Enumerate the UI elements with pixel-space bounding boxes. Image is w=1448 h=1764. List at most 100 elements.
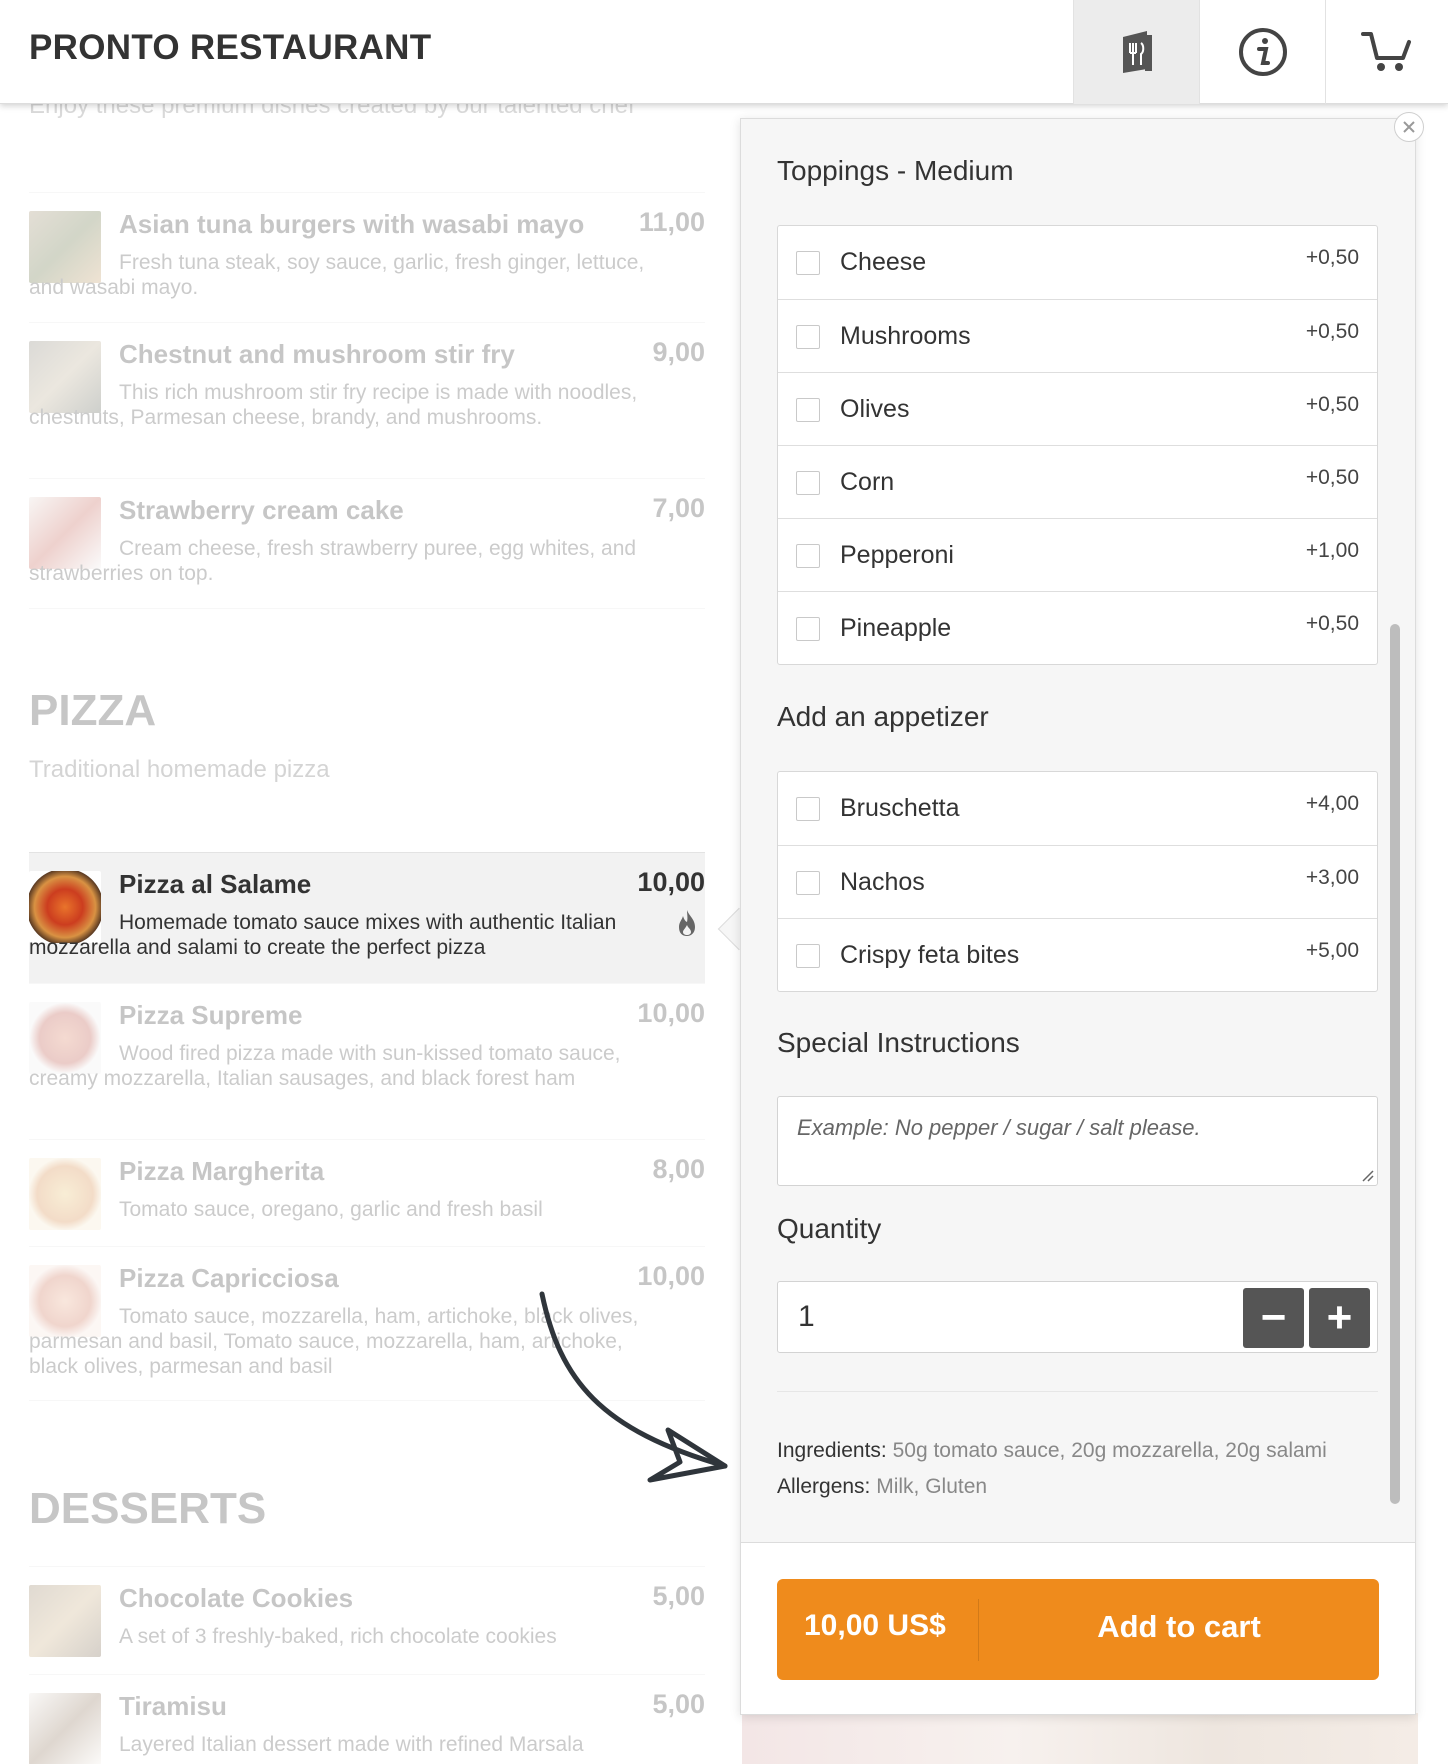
menu-book-icon [1122,31,1152,73]
instructions-placeholder: Example: No pepper / sugar / salt please… [797,1115,1201,1140]
item-description: Layered Italian dessert made with refine… [119,1733,584,1756]
panel-scrollbar[interactable] [1390,624,1400,1504]
item-description: Cream cheese, fresh strawberry puree, eg… [29,537,637,585]
close-button[interactable] [1394,112,1424,142]
checkbox[interactable] [796,251,820,275]
checkbox[interactable] [796,325,820,349]
item-name: Asian tuna burgers with wasabi mayo [119,209,585,239]
item-description: Homemade tomato sauce mixes with authent… [29,911,617,959]
menu-item[interactable]: Pizza Margherita 8,00 Tomato sauce, oreg… [29,1139,705,1246]
item-description: Wood fired pizza made with sun-kissed to… [29,1042,621,1090]
cart-tab-button[interactable] [1325,0,1448,104]
menu-item[interactable]: Tiramisu 5,00 Layered Italian dessert ma… [29,1674,705,1764]
item-name: Tiramisu [119,1691,227,1721]
quantity-stepper: 1 − + [777,1281,1378,1353]
annotation-arrow-icon [539,1291,728,1483]
item-price: 8,00 [652,1154,705,1184]
topping-option[interactable]: Mushrooms +0,50 [778,299,1377,372]
panel-footer: 10,00 US$ Add to cart [741,1542,1415,1714]
quantity-input[interactable]: 1 [798,1300,815,1334]
topping-option[interactable]: Pineapple +0,50 [778,591,1377,664]
item-name: Strawberry cream cake [119,495,404,525]
option-price: +0,50 [1305,246,1359,269]
add-to-cart-button[interactable]: 10,00 US$ Add to cart [777,1579,1379,1680]
checkbox[interactable] [796,544,820,568]
item-price: 11,00 [638,207,705,237]
menu-tab-button[interactable] [1073,0,1199,104]
appetizer-option[interactable]: Nachos +3,00 [778,845,1377,918]
option-label: Olives [840,395,910,423]
item-description: Fresh tuna steak, soy sauce, garlic, fre… [29,251,645,299]
checkbox[interactable] [796,471,820,495]
topping-option[interactable]: Olives +0,50 [778,372,1377,445]
item-description: Tomato sauce, oregano, garlic and fresh … [119,1198,543,1221]
option-price: +3,00 [1305,866,1359,889]
item-name: Pizza Supreme [119,1000,303,1030]
item-price: 7,00 [652,493,705,523]
info-icon [1238,28,1287,76]
restaurant-name[interactable]: PRONTO RESTAURANT [29,28,431,68]
spicy-flame-icon [679,910,695,936]
topping-option[interactable]: Corn +0,50 [778,445,1377,518]
background-image-peek [742,1713,1418,1764]
item-price: 5,00 [652,1689,705,1719]
ingredients-value: 50g tomato sauce, 20g mozzarella, 20g sa… [892,1439,1327,1462]
menu-item[interactable]: Strawberry cream cake 7,00 Cream cheese,… [29,478,705,608]
checkbox[interactable] [796,617,820,641]
menu-item[interactable]: Chocolate Cookies 5,00 A set of 3 freshl… [29,1566,705,1674]
option-label: Corn [840,468,895,496]
option-label: Crispy feta bites [840,941,1020,969]
appetizer-list: Bruschetta +4,00 Nachos +3,00 Crispy fet… [777,771,1378,992]
option-label: Nachos [840,868,925,896]
item-name: Pizza Margherita [119,1156,325,1186]
increase-quantity-button[interactable]: + [1309,1288,1370,1348]
option-price: +0,50 [1305,466,1359,489]
option-price: +1,00 [1305,539,1359,562]
total-price: 10,00 US$ [804,1609,946,1642]
close-icon [1403,121,1415,133]
special-instructions-field[interactable]: Example: No pepper / sugar / salt please… [777,1096,1378,1186]
checkbox[interactable] [796,797,820,821]
cart-icon [1361,32,1411,71]
resize-grip-icon[interactable] [1360,1168,1374,1182]
checkbox[interactable] [796,398,820,422]
allergens-line: Allergens: Milk, Gluten [777,1475,987,1499]
menu-item[interactable]: Asian tuna burgers with wasabi mayo 11,0… [29,192,705,322]
menu-item[interactable]: Chestnut and mushroom stir fry 9,00 This… [29,322,705,478]
option-label: Pepperoni [840,541,954,569]
checkbox[interactable] [796,871,820,895]
info-tab-button[interactable] [1199,0,1325,104]
item-name: Chocolate Cookies [119,1583,354,1613]
option-label: Cheese [840,248,927,276]
allergens-label: Allergens: [777,1475,871,1498]
appetizer-title: Add an appetizer [777,701,989,732]
option-price: +4,00 [1305,792,1359,815]
quantity-title: Quantity [777,1213,882,1244]
decrease-quantity-button[interactable]: − [1243,1288,1304,1348]
checkbox[interactable] [796,944,820,968]
item-description: This rich mushroom stir fry recipe is ma… [29,381,638,429]
option-label: Bruschetta [840,794,960,822]
item-price: 9,00 [652,337,705,367]
toppings-title: Toppings - Medium [777,155,1014,186]
item-price: 10,00 [637,998,705,1028]
menu-item-selected[interactable]: Pizza al Salame 10,00 Homemade tomato sa… [29,852,705,983]
topping-option[interactable]: Cheese +0,50 [778,226,1377,299]
appetizer-option[interactable]: Crispy feta bites +5,00 [778,918,1377,991]
item-description: A set of 3 freshly-baked, rich chocolate… [119,1625,557,1648]
allergens-value: Milk, Gluten [876,1475,988,1498]
category-title-pizza: PIZZA [29,686,157,735]
item-price: 5,00 [652,1581,705,1611]
menu-item[interactable]: Pizza Supreme 10,00 Wood fired pizza mad… [29,983,705,1139]
item-name: Chestnut and mushroom stir fry [119,339,515,369]
ingredients-line: Ingredients: 50g tomato sauce, 20g mozza… [777,1439,1327,1463]
option-label: Pineapple [840,614,952,642]
option-price: +5,00 [1305,939,1359,962]
option-price: +0,50 [1305,320,1359,343]
option-label: Mushrooms [840,322,971,350]
featured-subtitle: Enjoy these premium dishes created by ou… [29,104,635,119]
topping-option[interactable]: Pepperoni +1,00 [778,518,1377,591]
divider [777,1391,1378,1392]
toppings-list: Cheese +0,50 Mushrooms +0,50 Olives +0,5… [777,225,1378,665]
appetizer-option[interactable]: Bruschetta +4,00 [778,772,1377,845]
